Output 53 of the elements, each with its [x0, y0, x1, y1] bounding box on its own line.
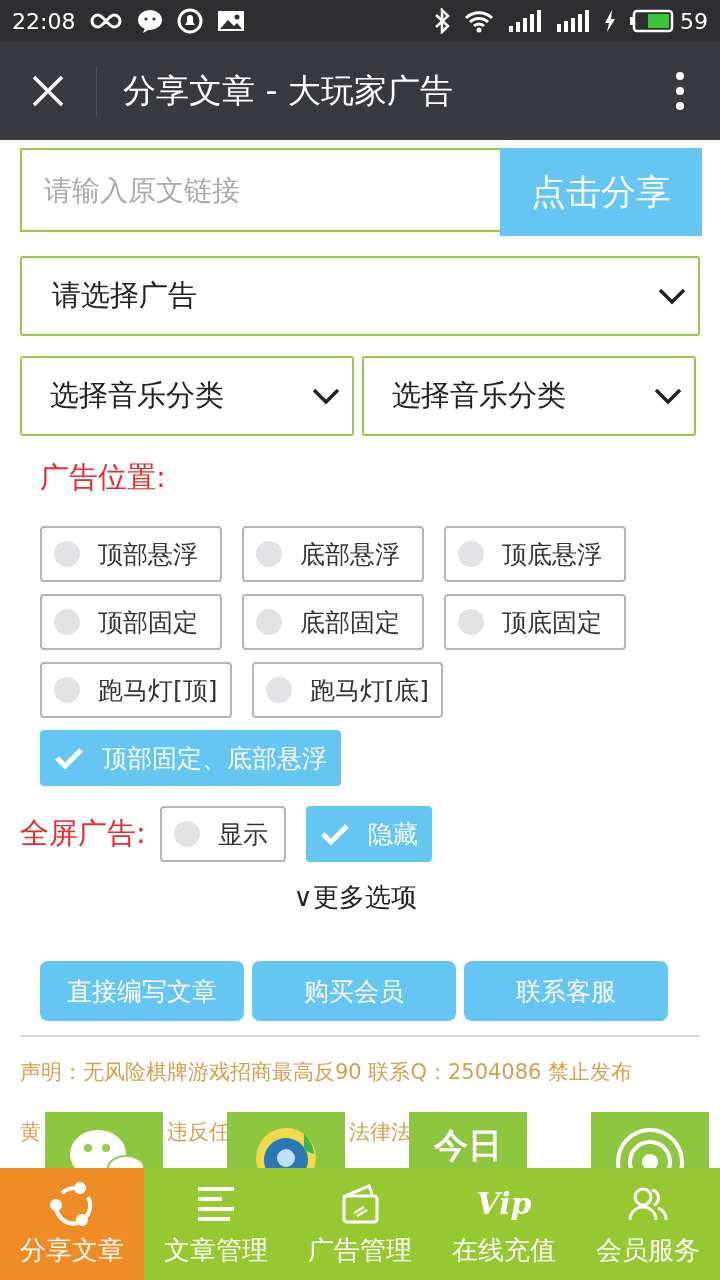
radio-icon: [54, 677, 80, 703]
music-category-select[interactable]: 选择音乐分类: [20, 356, 354, 436]
ad-select[interactable]: 请选择广告: [20, 256, 700, 336]
share-target-tile[interactable]: [227, 1112, 345, 1168]
radio-option[interactable]: 底部固定: [242, 594, 424, 650]
chevron-down-icon: [312, 387, 340, 405]
section-label: 广告位置:: [40, 459, 167, 496]
more-options-link[interactable]: ∨更多选项: [293, 880, 417, 915]
radio-icon: [265, 677, 292, 703]
radio-icon: [458, 609, 484, 635]
battery-icon: [630, 9, 674, 33]
bluetooth-icon: [434, 8, 450, 34]
radio-option[interactable]: 显示: [159, 806, 286, 862]
chat-icon: [137, 9, 164, 33]
more-icon: [675, 71, 685, 111]
users-icon: [628, 1185, 668, 1222]
radio-icon: [54, 541, 80, 567]
chevron-down-icon: [658, 287, 686, 305]
wifi-icon: [464, 9, 494, 33]
radio-option[interactable]: 跑马灯[底]: [251, 662, 444, 718]
radio-option[interactable]: 顶底悬浮: [444, 526, 626, 582]
close-icon: [32, 75, 64, 107]
radio-icon: [54, 609, 80, 635]
radio-icon: [173, 821, 200, 847]
radio-icon: [256, 541, 282, 567]
share-target-tile[interactable]: [591, 1112, 709, 1168]
signal-icon: [556, 9, 590, 33]
vip-icon: Vip: [476, 1186, 532, 1221]
disclaimer-text: 黄: [20, 1119, 41, 1146]
music-category-select[interactable]: 选择音乐分类: [362, 356, 696, 436]
status-time: 22:08: [12, 8, 76, 34]
section-label: 全屏广告:: [20, 815, 146, 852]
battery-percent: 59: [680, 8, 708, 34]
link-input[interactable]: 请输入原文链接: [20, 148, 500, 232]
radio-option[interactable]: 顶部悬浮: [40, 526, 222, 582]
radio-option[interactable]: 跑马灯[顶]: [40, 662, 232, 718]
page-title: 分享文章 - 大玩家广告: [123, 69, 454, 112]
radio-option[interactable]: 底部悬浮: [242, 526, 424, 582]
radio-icon: [256, 609, 282, 635]
disclaimer-text: 声明：无风险棋牌游戏招商最高反90 联系Q：2504086 禁止发布: [20, 1059, 634, 1086]
image-icon: [217, 9, 246, 33]
infinity-icon: [89, 12, 124, 30]
radio-icon: [458, 541, 484, 567]
check-icon: [54, 746, 84, 770]
chevron-down-icon: [654, 387, 682, 405]
list-icon: [196, 1185, 236, 1222]
bell-icon: [177, 8, 204, 34]
check-icon: [319, 822, 350, 846]
charging-icon: [604, 10, 616, 32]
radio-option[interactable]: 顶底固定: [444, 594, 626, 650]
share-target-tile[interactable]: [45, 1112, 163, 1168]
radio-option[interactable]: 顶部固定: [40, 594, 222, 650]
signal-icon: [508, 9, 542, 33]
